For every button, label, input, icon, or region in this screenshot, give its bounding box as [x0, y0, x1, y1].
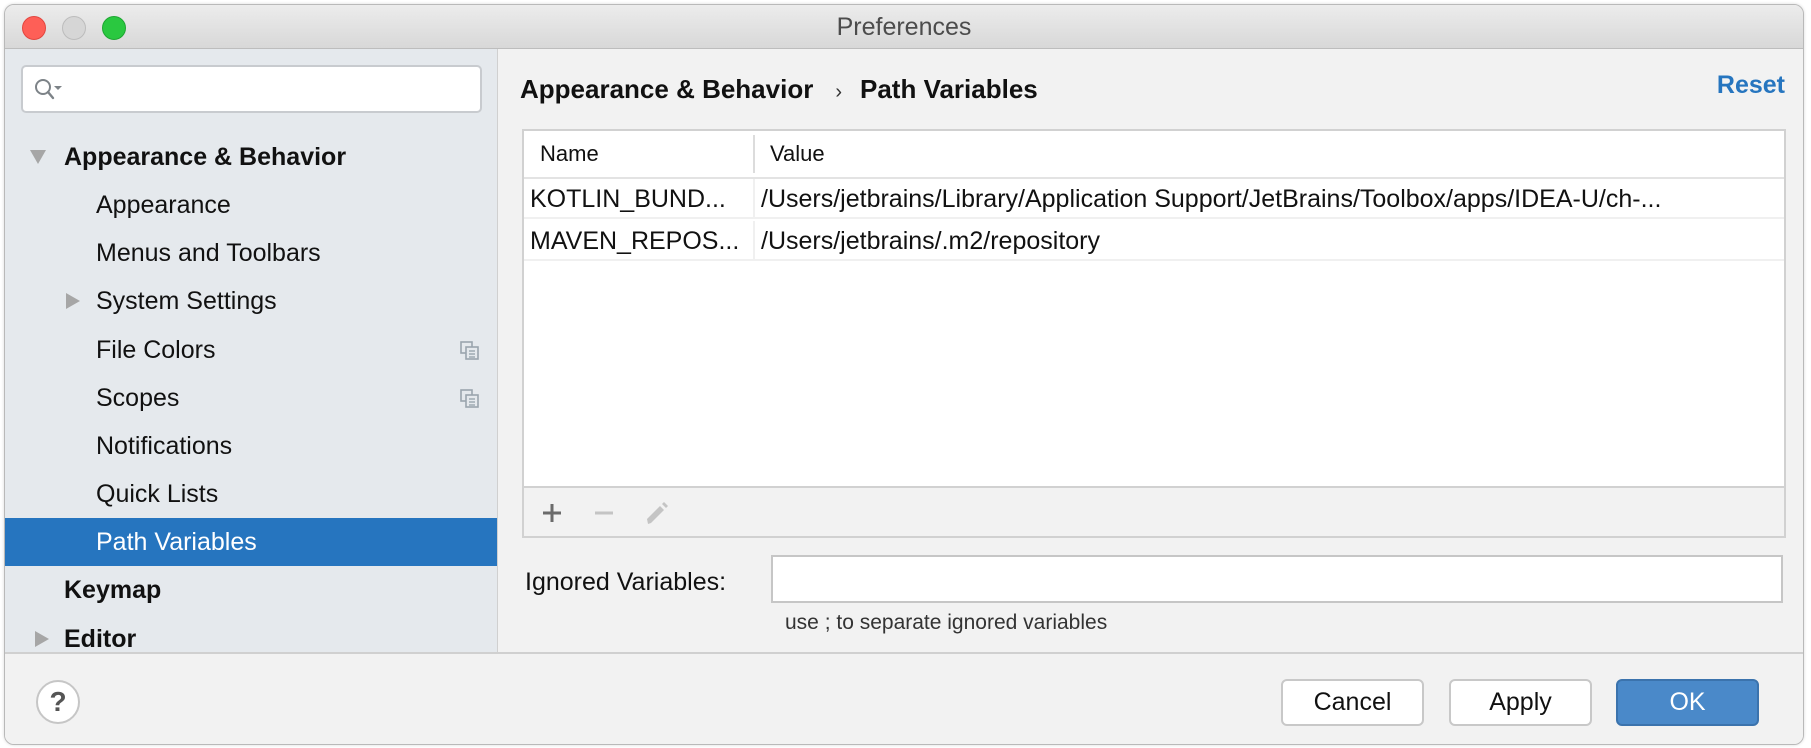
project-level-icon — [460, 341, 479, 360]
column-header-value[interactable]: Value — [770, 131, 825, 177]
tree-item-appearance-behavior[interactable]: Appearance & Behavior — [5, 133, 498, 181]
settings-search-field[interactable] — [21, 65, 482, 113]
column-divider[interactable] — [753, 135, 755, 173]
project-level-icon — [460, 389, 479, 408]
window-title: Preferences — [836, 13, 972, 41]
ok-button[interactable]: OK — [1616, 679, 1759, 726]
tree-item-label: File Colors — [96, 336, 216, 364]
table-toolbar — [524, 486, 1784, 536]
dialog-footer: ? Cancel Apply OK — [5, 652, 1803, 744]
cell-value: /Users/jetbrains/Library/Application Sup… — [761, 185, 1662, 213]
tree-item-label: Keymap — [64, 576, 162, 604]
tree-item-label: Appearance — [96, 191, 231, 219]
tree-item-appearance[interactable]: Appearance — [5, 181, 498, 229]
cell-name: MAVEN_REPOS... — [530, 227, 740, 255]
search-icon[interactable] — [33, 77, 63, 103]
ignored-variables-label: Ignored Variables: — [525, 568, 727, 596]
table-row[interactable]: MAVEN_REPOS... /Users/jetbrains/.m2/repo… — [524, 221, 1784, 261]
pencil-icon[interactable] — [642, 499, 670, 527]
expand-down-icon[interactable] — [30, 150, 46, 164]
settings-content: Appearance & Behavior › Path Variables Res… — [499, 49, 1803, 652]
tree-item-label: Path Variables — [96, 528, 257, 556]
breadcrumb: Appearance & Behavior › Path Variables — [520, 69, 1038, 109]
tree-item-label: Notifications — [96, 432, 233, 460]
path-variables-table: Name Value KOTLIN_BUND... /Users/jetbrai… — [522, 129, 1786, 538]
tree-item-notifications[interactable]: Notifications — [5, 422, 498, 470]
tree-item-label: System Settings — [96, 287, 277, 315]
table-row[interactable]: KOTLIN_BUND... /Users/jetbrains/Library/… — [524, 179, 1784, 219]
expand-right-icon[interactable] — [35, 631, 49, 647]
tree-item-menus-toolbars[interactable]: Menus and Toolbars — [5, 229, 498, 277]
cancel-button[interactable]: Cancel — [1281, 679, 1424, 726]
tree-item-system-settings[interactable]: System Settings — [5, 277, 498, 325]
breadcrumb-item: Appearance & Behavior — [520, 74, 814, 104]
ignored-variables-hint: use ; to separate ignored variables — [785, 611, 1108, 634]
plus-icon[interactable] — [538, 499, 566, 527]
apply-button[interactable]: Apply — [1449, 679, 1592, 726]
tree-item-label: Appearance & Behavior — [64, 143, 347, 171]
tree-item-label: Menus and Toolbars — [96, 239, 321, 267]
reset-link[interactable]: Reset — [1717, 71, 1785, 100]
breadcrumb-item: Path Variables — [860, 74, 1038, 104]
cell-name: KOTLIN_BUND... — [530, 185, 726, 213]
tree-item-quick-lists[interactable]: Quick Lists — [5, 470, 498, 518]
table-header: Name Value — [524, 131, 1784, 179]
expand-right-icon[interactable] — [66, 293, 80, 309]
cell-divider — [753, 179, 755, 219]
help-button[interactable]: ? — [36, 680, 80, 724]
tree-item-scopes[interactable]: Scopes — [5, 374, 498, 422]
preferences-window: Preferences Appearance & Behavior Appear… — [4, 4, 1804, 745]
minus-icon[interactable] — [590, 499, 618, 527]
column-header-name[interactable]: Name — [540, 131, 599, 177]
tree-item-path-variables[interactable]: Path Variables — [5, 518, 497, 566]
breadcrumb-separator-icon: › — [835, 81, 842, 103]
cell-divider — [753, 221, 755, 261]
tree-item-label: Scopes — [96, 384, 180, 412]
settings-sidebar: Appearance & Behavior Appearance Menus a… — [5, 49, 498, 653]
cell-value: /Users/jetbrains/.m2/repository — [761, 227, 1101, 255]
title-bar: Preferences — [5, 5, 1803, 49]
tree-item-keymap[interactable]: Keymap — [5, 566, 498, 614]
ignored-variables-input[interactable] — [771, 555, 1783, 603]
tree-item-label: Quick Lists — [96, 480, 219, 508]
tree-item-file-colors[interactable]: File Colors — [5, 326, 498, 374]
